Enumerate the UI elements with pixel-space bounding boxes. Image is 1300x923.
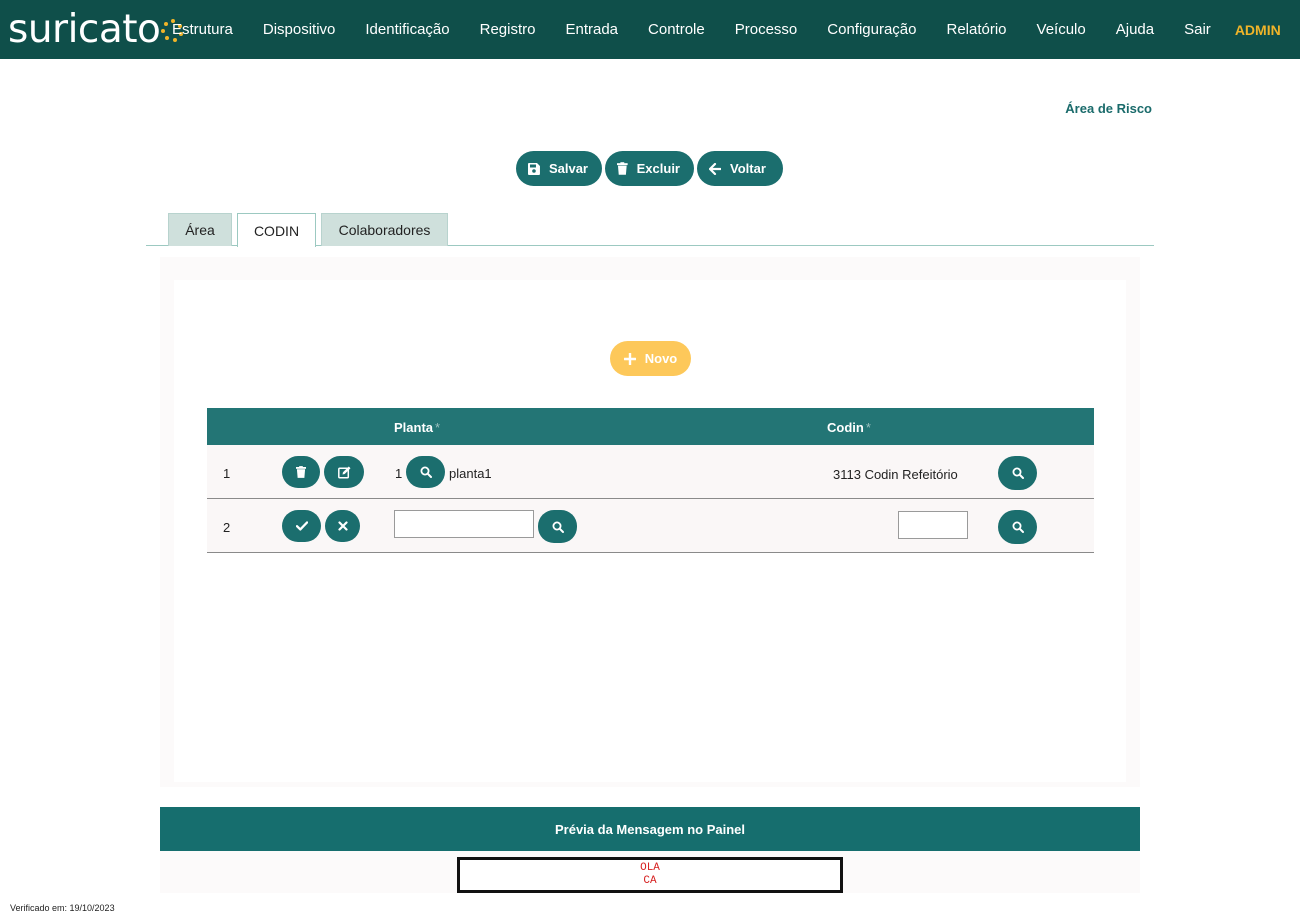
trash-icon — [617, 162, 628, 175]
arrow-left-icon — [709, 162, 721, 175]
row-index: 2 — [223, 520, 231, 535]
nav-item-controle[interactable]: Controle — [648, 21, 705, 38]
search-codin-button[interactable] — [998, 510, 1037, 544]
edit-row-button[interactable] — [324, 456, 364, 488]
search-planta-button[interactable] — [538, 510, 577, 543]
codin-table: Planta * Codin * 1 1 planta1 3113 Codin Re… — [207, 408, 1094, 553]
back-button[interactable]: Voltar — [697, 151, 783, 186]
nav-item-registro[interactable]: Registro — [480, 21, 536, 38]
search-planta-button[interactable] — [406, 456, 445, 488]
codin-value: 3113 Codin Refeitório — [833, 467, 958, 482]
nav-item-estrutura[interactable]: Estrutura — [172, 21, 233, 38]
nav-item-dispositivo[interactable]: Dispositivo — [263, 21, 336, 38]
column-header-planta-label: Planta — [394, 420, 434, 435]
panel-message-preview: OLA CA — [457, 857, 843, 893]
nav-item-veiculo[interactable]: Veículo — [1037, 21, 1086, 38]
required-marker: * — [435, 420, 441, 435]
action-toolbar: Salvar Excluir Voltar — [516, 151, 783, 186]
delete-row-button[interactable] — [282, 456, 320, 488]
tab-bar: Área CODIN Colaboradores — [146, 213, 1154, 247]
search-icon — [1012, 467, 1024, 479]
edit-icon — [337, 466, 350, 478]
search-icon — [420, 466, 432, 478]
nav-item-identificacao[interactable]: Identificação — [365, 21, 449, 38]
table-row: 1 1 planta1 3113 Codin Refeitório — [207, 445, 1094, 499]
nav-item-processo[interactable]: Processo — [735, 21, 798, 38]
planta-id: 1 — [395, 466, 403, 481]
top-navbar: suricato Estrutura Dispositivo Identific… — [0, 0, 1300, 59]
column-header-planta: Planta * — [394, 420, 440, 435]
nav-item-relatorio[interactable]: Relatório — [947, 21, 1007, 38]
delete-button-label: Excluir — [636, 161, 680, 176]
preview-line: CA — [643, 875, 657, 887]
trash-icon — [296, 466, 306, 478]
search-icon — [552, 521, 564, 533]
back-button-label: Voltar — [730, 161, 766, 176]
logo-text: suricato — [8, 6, 161, 52]
tab-area[interactable]: Área — [168, 213, 232, 246]
nav-item-configuracao[interactable]: Configuração — [827, 21, 916, 38]
tab-codin[interactable]: CODIN — [237, 213, 316, 247]
table-row: 2 — [207, 499, 1094, 553]
nav-item-sair[interactable]: Sair — [1184, 21, 1211, 38]
user-name[interactable]: ADMIN — [1235, 22, 1281, 38]
save-button-label: Salvar — [548, 161, 588, 176]
row-index: 1 — [223, 466, 231, 481]
preview-header: Prévia da Mensagem no Painel — [160, 807, 1140, 851]
planta-input[interactable] — [394, 510, 534, 538]
check-icon — [295, 521, 308, 531]
search-icon — [1012, 521, 1024, 533]
required-marker: * — [865, 420, 871, 435]
nav-item-ajuda[interactable]: Ajuda — [1116, 21, 1154, 38]
preview-line: OLA — [640, 862, 660, 874]
save-button[interactable]: Salvar — [516, 151, 602, 186]
planta-name: planta1 — [449, 466, 492, 481]
new-button[interactable]: Novo — [610, 341, 691, 376]
nav-item-entrada[interactable]: Entrada — [565, 21, 618, 38]
column-header-codin: Codin * — [827, 420, 871, 435]
confirm-row-button[interactable] — [282, 510, 321, 542]
search-codin-button[interactable] — [998, 456, 1037, 490]
main-menu: Estrutura Dispositivo Identificação Regi… — [172, 0, 1281, 59]
new-button-label: Novo — [644, 351, 678, 366]
plus-icon — [623, 352, 636, 365]
cancel-row-button[interactable] — [325, 510, 360, 542]
table-header: Planta * Codin * — [207, 408, 1094, 445]
page-title: Área de Risco — [1065, 101, 1152, 116]
close-icon — [337, 521, 348, 531]
tab-colaboradores[interactable]: Colaboradores — [321, 213, 448, 246]
floppy-disk-icon — [528, 162, 540, 175]
suricato-logo[interactable]: suricato — [8, 6, 184, 52]
column-header-codin-label: Codin — [827, 420, 864, 435]
codin-input[interactable] — [898, 511, 968, 539]
verified-date: Verificado em: 19/10/2023 — [10, 903, 115, 913]
delete-button[interactable]: Excluir — [605, 151, 694, 186]
